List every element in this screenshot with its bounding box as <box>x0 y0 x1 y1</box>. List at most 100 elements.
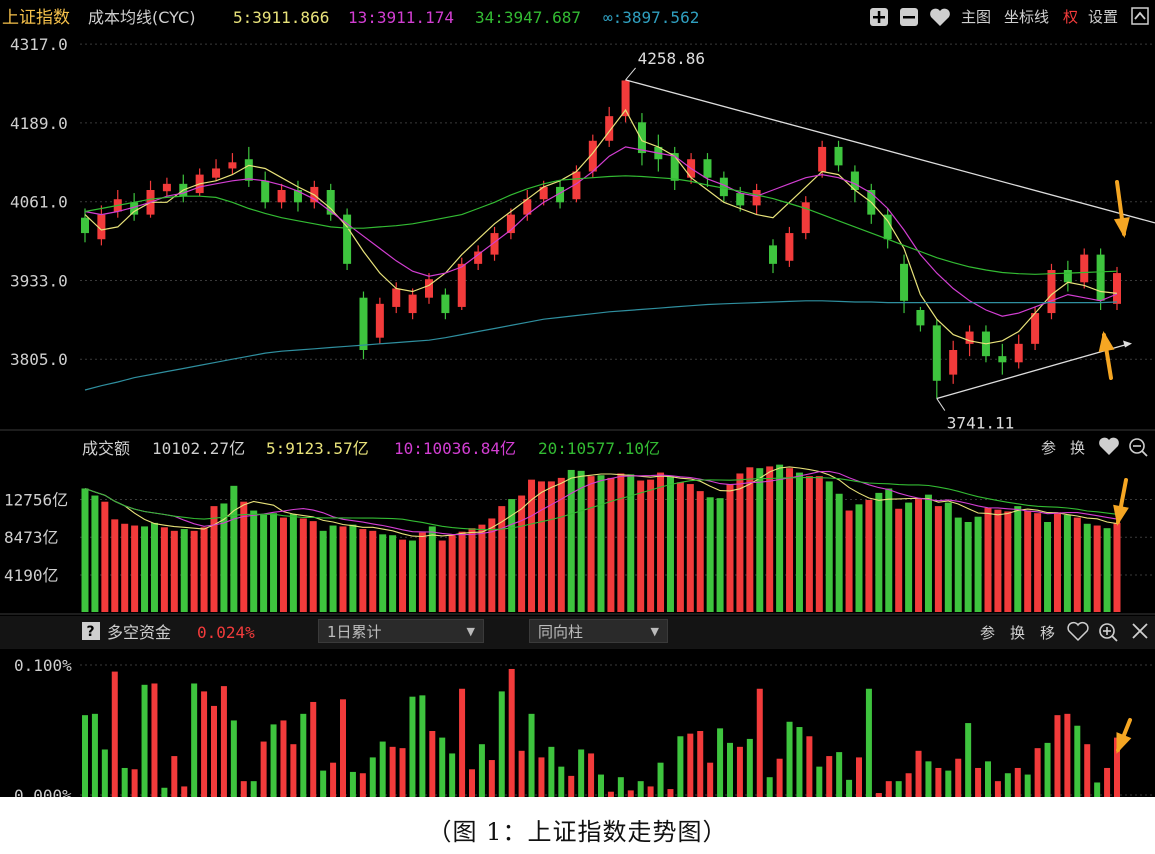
volume-bar <box>915 499 923 612</box>
capital-switch-button[interactable]: 换 <box>1010 624 1025 642</box>
y-tick-label: 4189.0 <box>10 114 68 133</box>
hint-arrow <box>1116 718 1132 754</box>
capital-bar <box>746 738 753 797</box>
volume-bar <box>240 501 248 612</box>
candle-body <box>670 153 679 181</box>
main-chart-button[interactable]: 主图 <box>961 8 991 26</box>
ma-inf-value: ∞:3897.562 <box>603 8 699 27</box>
heart-icon[interactable] <box>930 8 950 26</box>
candle <box>1063 260 1072 292</box>
hint-arrow-head <box>1113 504 1129 526</box>
index-name: 上证指数 <box>2 8 70 28</box>
accumulation-dropdown-value: 1日累计 <box>327 623 382 641</box>
volume-ma10: 10:10036.84亿 <box>394 439 516 458</box>
y-tick-label: 4317.0 <box>10 35 68 54</box>
capital-bar <box>965 723 972 797</box>
candle <box>474 245 483 270</box>
candle <box>392 282 401 314</box>
capital-param-button[interactable]: 参 <box>980 624 995 642</box>
volume-bar <box>270 513 278 612</box>
capital-bar <box>985 761 991 797</box>
capital-bar <box>1104 767 1111 797</box>
volume-bar <box>905 502 913 612</box>
volume-switch-button[interactable]: 换 <box>1070 439 1085 457</box>
capital-bar <box>826 756 833 797</box>
capital-bar <box>786 721 793 797</box>
candle-body <box>441 294 450 314</box>
zoom-out-icon[interactable] <box>1129 438 1148 457</box>
capital-bar <box>945 770 952 797</box>
volume-bar <box>845 510 853 612</box>
accumulation-dropdown[interactable]: 1日累计 ▼ <box>318 619 484 643</box>
bar-mode-dropdown[interactable]: 同向柱 ▼ <box>529 619 668 643</box>
ma34-value: 34:3947.687 <box>475 8 581 27</box>
capital-move-button[interactable]: 移 <box>1040 624 1055 642</box>
candle <box>1047 263 1056 320</box>
candle <box>261 171 270 209</box>
volume-bar <box>696 491 704 612</box>
ma13-value: 13:3911.174 <box>348 8 454 27</box>
volume-bar <box>1073 517 1081 612</box>
help-icon[interactable]: ? <box>82 622 100 640</box>
capital-bar <box>399 748 406 797</box>
volume-param-button[interactable]: 参 <box>1041 439 1056 457</box>
volume-bar <box>984 507 992 612</box>
capital-bar <box>836 752 843 797</box>
volume-bar <box>160 527 168 612</box>
capital-bar <box>538 757 545 797</box>
settings-button[interactable]: 设置 <box>1088 8 1118 26</box>
volume-bar <box>716 498 724 612</box>
candle-body <box>965 331 974 344</box>
y-tick-label: 3805.0 <box>10 350 68 369</box>
candle <box>408 288 417 320</box>
volume-bar <box>408 540 416 612</box>
capital-bar <box>429 731 436 797</box>
adjust-button[interactable]: 权 <box>1063 8 1078 26</box>
candle-body <box>277 190 286 203</box>
candle-body <box>425 279 433 298</box>
capital-bar <box>1074 725 1081 797</box>
candle-body <box>637 122 646 154</box>
candle-body <box>949 350 958 375</box>
ma-line <box>84 146 1118 317</box>
volume-bar <box>607 477 615 612</box>
plus-icon[interactable] <box>870 8 888 26</box>
support-trendline <box>936 342 1131 400</box>
candle-body <box>998 356 1007 363</box>
volume-bar <box>934 506 942 612</box>
volume-bar <box>597 475 605 612</box>
candle <box>212 159 221 181</box>
capital-bar <box>459 688 466 797</box>
volume-bar <box>478 524 486 612</box>
y-tick-label: 3933.0 <box>10 271 68 290</box>
volume-bar <box>339 526 347 612</box>
capital-bar <box>975 767 982 797</box>
candle <box>162 177 171 197</box>
coordinate-line-button[interactable]: 坐标线 <box>1004 8 1049 26</box>
collapse-icon[interactable] <box>1131 7 1149 25</box>
ma-line <box>84 175 1118 275</box>
volume-heart-icon[interactable] <box>1099 437 1119 455</box>
candle <box>932 319 941 399</box>
volume-bar <box>170 530 178 612</box>
capital-bar <box>568 775 575 797</box>
capital-bar <box>270 724 277 797</box>
capital-bar <box>806 736 813 797</box>
volume-bar <box>815 476 823 612</box>
volume-bar <box>438 540 446 612</box>
hint-arrow-head <box>1116 732 1132 754</box>
candle-body <box>818 146 827 172</box>
capital-bar <box>240 781 247 797</box>
capital-bar <box>756 688 763 797</box>
capital-bar <box>667 789 674 797</box>
capital-bar <box>915 750 922 797</box>
volume-bar <box>786 468 794 612</box>
capital-bar <box>1034 748 1041 797</box>
minus-icon[interactable] <box>900 8 918 26</box>
figure-caption: （图 1：上证指数走势图） <box>427 818 728 846</box>
capital-bar <box>419 695 426 797</box>
capital-bar <box>101 749 108 797</box>
candle-body <box>457 263 466 307</box>
capital-bar <box>1024 774 1031 797</box>
capital-bar <box>171 756 178 797</box>
